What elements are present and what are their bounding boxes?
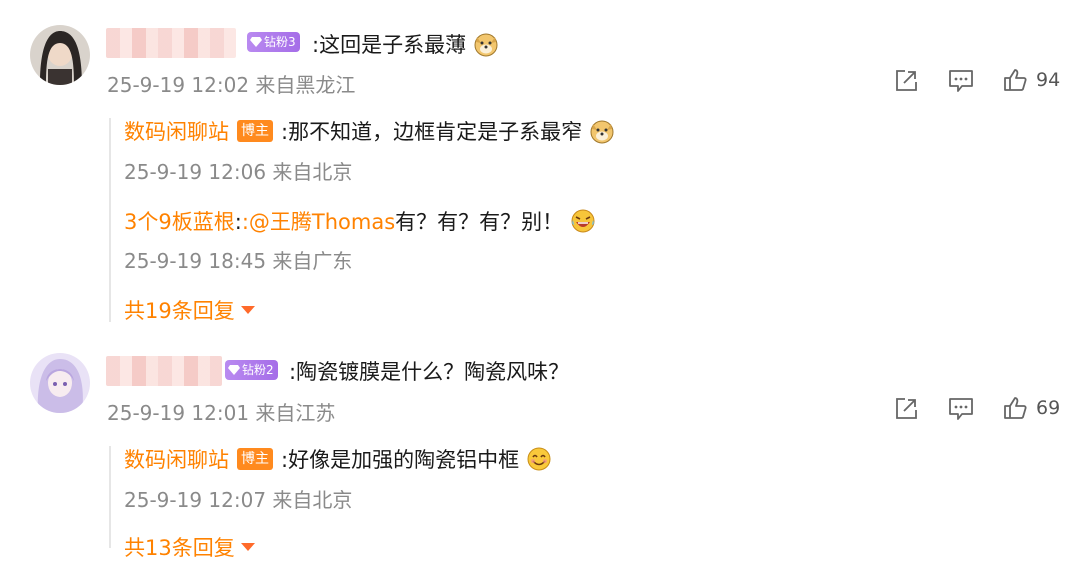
reply-timestamp: 25-9-19 12:07 来自北京 bbox=[124, 488, 353, 512]
share-button[interactable] bbox=[893, 68, 919, 94]
reply-item: 3个9板蓝根 ::@王腾Thomas 有？有？有？别！ bbox=[124, 206, 596, 236]
reply-timestamp: 25-9-19 18:45 来自广东 bbox=[124, 249, 353, 273]
like-count: 69 bbox=[1036, 397, 1061, 419]
comment-button[interactable] bbox=[947, 396, 975, 422]
reply-author[interactable]: 数码闲聊站 bbox=[124, 444, 229, 474]
reply-text: 有？有？有？别！ bbox=[395, 206, 596, 236]
like-button[interactable]: 94 bbox=[1002, 67, 1060, 93]
smile-emoji bbox=[527, 447, 551, 471]
reply-item: 数码闲聊站 博主 :好像是加强的陶瓷铝中框 bbox=[124, 444, 552, 474]
username-blurred[interactable] bbox=[106, 28, 236, 58]
fan-badge: 钻粉2 bbox=[225, 360, 278, 380]
comment-text: :这回是子系最薄 bbox=[312, 29, 499, 59]
comment-icon bbox=[949, 398, 973, 420]
like-count: 94 bbox=[1036, 69, 1061, 91]
blogger-badge: 博主 bbox=[237, 448, 273, 470]
reply-thread-line bbox=[109, 446, 111, 548]
fan-badge: 钻粉3 bbox=[247, 32, 300, 52]
comment-icon bbox=[949, 70, 973, 92]
like-button[interactable]: 69 bbox=[1002, 395, 1060, 421]
comment-text: :陶瓷镀膜是什么？陶瓷风味？ bbox=[289, 360, 570, 384]
thumbs-up-icon bbox=[1004, 397, 1027, 419]
share-icon bbox=[896, 70, 917, 91]
diamond-icon bbox=[250, 37, 262, 47]
blogger-badge: 博主 bbox=[237, 120, 273, 142]
share-icon bbox=[896, 398, 917, 419]
reply-text: :好像是加强的陶瓷铝中框 bbox=[281, 444, 552, 474]
more-replies-link[interactable]: 共19条回复 bbox=[124, 295, 255, 325]
laughing-tears-emoji bbox=[571, 209, 595, 233]
reply-timestamp: 25-9-19 12:06 来自北京 bbox=[124, 160, 353, 184]
comment-timestamp: 25-9-19 12:01 来自江苏 bbox=[107, 401, 336, 425]
reply-item: 数码闲聊站 博主 :那不知道，边框肯定是子系最窄 bbox=[124, 116, 615, 146]
share-button[interactable] bbox=[893, 396, 919, 422]
thumbs-up-icon bbox=[1004, 69, 1027, 91]
fan-badge-label: 钻粉3 bbox=[264, 35, 296, 49]
comment-button[interactable] bbox=[947, 68, 975, 94]
diamond-icon bbox=[228, 365, 240, 375]
reply-author[interactable]: 数码闲聊站 bbox=[124, 116, 229, 146]
more-replies-link[interactable]: 共13条回复 bbox=[124, 532, 255, 562]
user-avatar[interactable] bbox=[30, 25, 90, 85]
caret-down-icon bbox=[240, 306, 255, 314]
reply-text: :那不知道，边框肯定是子系最窄 bbox=[281, 116, 615, 146]
reply-author[interactable]: 3个9板蓝根 bbox=[124, 206, 235, 236]
mention-link[interactable]: ::@王腾Thomas bbox=[235, 206, 395, 236]
user-avatar[interactable] bbox=[30, 353, 90, 413]
username-blurred[interactable] bbox=[106, 356, 222, 386]
fan-badge-label: 钻粉2 bbox=[242, 363, 274, 377]
reply-thread-line bbox=[109, 118, 111, 322]
doge-emoji bbox=[474, 33, 498, 57]
caret-down-icon bbox=[240, 543, 255, 551]
comment-timestamp: 25-9-19 12:02 来自黑龙江 bbox=[107, 73, 356, 97]
doge-emoji bbox=[590, 120, 614, 144]
